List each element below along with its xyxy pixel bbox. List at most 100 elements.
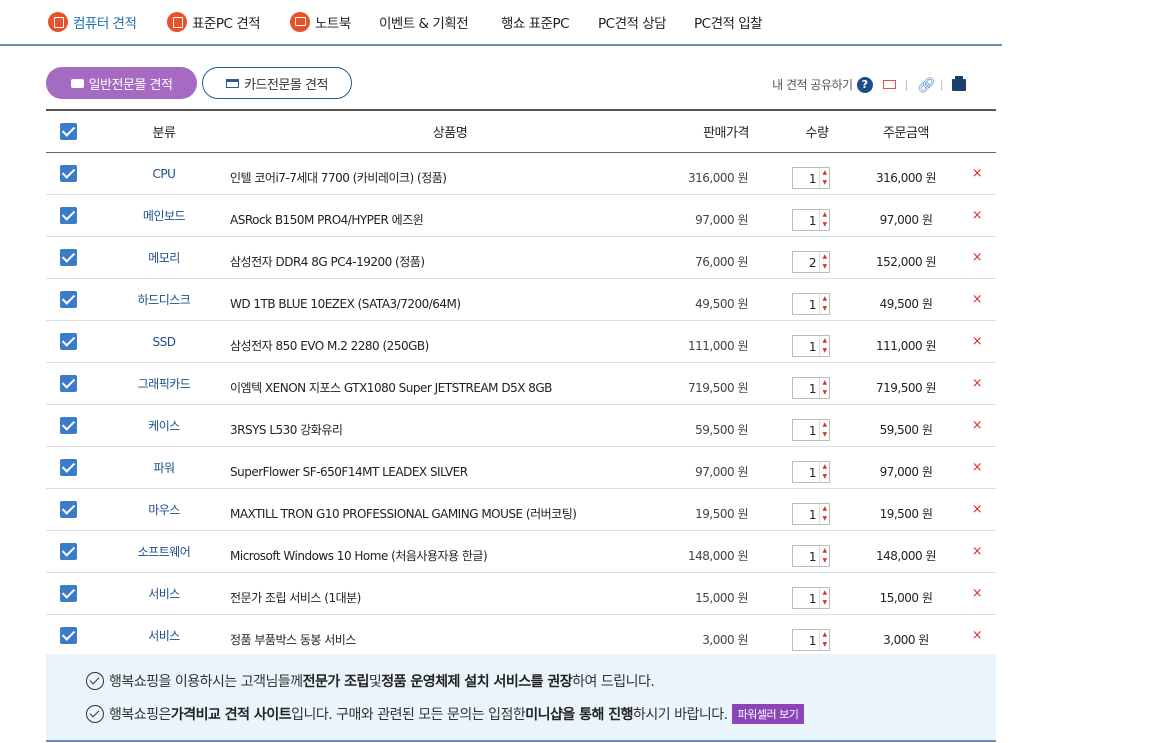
- print-icon[interactable]: [952, 75, 966, 91]
- quantity-stepper[interactable]: 1 ▲ ▼: [792, 544, 830, 567]
- qty-down-arrow-icon[interactable]: ▼: [820, 514, 829, 524]
- qty-up-arrow-icon[interactable]: ▲: [820, 588, 829, 598]
- card-mall-estimate-button[interactable]: 카드전문몰 견적: [202, 67, 352, 99]
- quantity-stepper[interactable]: 1 ▲ ▼: [792, 166, 830, 189]
- row-product-name[interactable]: MAXTILL TRON G10 PROFESSIONAL GAMING MOU…: [230, 493, 690, 534]
- delete-icon[interactable]: ×: [970, 153, 984, 194]
- delete-icon[interactable]: ×: [970, 279, 984, 320]
- delete-icon[interactable]: ×: [970, 321, 984, 362]
- qty-up-arrow-icon[interactable]: ▲: [820, 168, 829, 178]
- row-category[interactable]: 메모리: [126, 237, 202, 278]
- row-category[interactable]: 소프트웨어: [126, 531, 202, 572]
- quantity-value[interactable]: 1: [793, 168, 819, 188]
- quantity-stepper[interactable]: 1 ▲ ▼: [792, 502, 830, 525]
- row-checkbox[interactable]: [60, 543, 77, 560]
- row-checkbox[interactable]: [60, 501, 77, 518]
- row-category[interactable]: CPU: [126, 153, 202, 194]
- row-checkbox[interactable]: [60, 417, 77, 434]
- nav-events[interactable]: 이벤트 & 기획전: [379, 12, 469, 32]
- quantity-stepper[interactable]: 1 ▲ ▼: [792, 628, 830, 651]
- row-checkbox[interactable]: [60, 585, 77, 602]
- row-category[interactable]: 서비스: [126, 615, 202, 656]
- qty-down-arrow-icon[interactable]: ▼: [820, 304, 829, 314]
- qty-down-arrow-icon[interactable]: ▼: [820, 346, 829, 356]
- qty-up-arrow-icon[interactable]: ▲: [820, 336, 829, 346]
- qty-up-arrow-icon[interactable]: ▲: [820, 504, 829, 514]
- quantity-value[interactable]: 1: [793, 294, 819, 314]
- nav-laptop[interactable]: 노트북: [290, 12, 351, 32]
- link-icon[interactable]: 🔗︎: [917, 77, 936, 92]
- row-checkbox[interactable]: [60, 459, 77, 476]
- qty-down-arrow-icon[interactable]: ▼: [820, 430, 829, 440]
- quantity-value[interactable]: 1: [793, 630, 819, 650]
- quantity-stepper[interactable]: 1 ▲ ▼: [792, 376, 830, 399]
- row-checkbox[interactable]: [60, 249, 77, 266]
- row-product-name[interactable]: Microsoft Windows 10 Home (처음사용자용 한글): [230, 535, 690, 576]
- qty-down-arrow-icon[interactable]: ▼: [820, 178, 829, 188]
- row-category[interactable]: 하드디스크: [126, 279, 202, 320]
- quantity-stepper[interactable]: 1 ▲ ▼: [792, 334, 830, 357]
- help-icon[interactable]: ?: [856, 76, 873, 93]
- qty-down-arrow-icon[interactable]: ▼: [820, 388, 829, 398]
- row-product-name[interactable]: ASRock B150M PRO4/HYPER 에즈윈: [230, 199, 690, 240]
- row-product-name[interactable]: 이엠텍 XENON 지포스 GTX1080 Super JETSTREAM D5…: [230, 367, 690, 408]
- row-checkbox[interactable]: [60, 291, 77, 308]
- qty-up-arrow-icon[interactable]: ▲: [820, 462, 829, 472]
- qty-down-arrow-icon[interactable]: ▼: [820, 220, 829, 230]
- delete-icon[interactable]: ×: [970, 615, 984, 656]
- qty-up-arrow-icon[interactable]: ▲: [820, 630, 829, 640]
- delete-icon[interactable]: ×: [970, 489, 984, 530]
- quantity-stepper[interactable]: 1 ▲ ▼: [792, 208, 830, 231]
- quantity-stepper[interactable]: 1 ▲ ▼: [792, 292, 830, 315]
- nav-computer-estimate[interactable]: 컴퓨터 견적: [48, 12, 137, 32]
- quantity-value[interactable]: 1: [793, 462, 819, 482]
- nav-happy-standard-pc[interactable]: 행쇼 표준PC: [501, 12, 570, 32]
- delete-icon[interactable]: ×: [970, 195, 984, 236]
- row-checkbox[interactable]: [60, 333, 77, 350]
- qty-up-arrow-icon[interactable]: ▲: [820, 210, 829, 220]
- qty-up-arrow-icon[interactable]: ▲: [820, 252, 829, 262]
- quantity-value[interactable]: 1: [793, 420, 819, 440]
- quantity-value[interactable]: 1: [793, 336, 819, 356]
- row-product-name[interactable]: 삼성전자 DDR4 8G PC4-19200 (정품): [230, 241, 690, 282]
- quantity-stepper[interactable]: 1 ▲ ▼: [792, 418, 830, 441]
- quantity-value[interactable]: 2: [793, 252, 819, 272]
- row-category[interactable]: 서비스: [126, 573, 202, 614]
- quantity-stepper[interactable]: 1 ▲ ▼: [792, 586, 830, 609]
- nav-pc-consult[interactable]: PC견적 상담: [598, 12, 667, 32]
- delete-icon[interactable]: ×: [970, 447, 984, 488]
- qty-down-arrow-icon[interactable]: ▼: [820, 262, 829, 272]
- row-checkbox[interactable]: [60, 375, 77, 392]
- row-checkbox[interactable]: [60, 207, 77, 224]
- qty-down-arrow-icon[interactable]: ▼: [820, 598, 829, 608]
- qty-down-arrow-icon[interactable]: ▼: [820, 640, 829, 650]
- quantity-stepper[interactable]: 2 ▲ ▼: [792, 250, 830, 273]
- row-category[interactable]: 메인보드: [126, 195, 202, 236]
- qty-up-arrow-icon[interactable]: ▲: [820, 546, 829, 556]
- row-product-name[interactable]: SuperFlower SF-650F14MT LEADEX SILVER: [230, 451, 690, 492]
- general-mall-estimate-button[interactable]: 일반전문몰 견적: [46, 67, 197, 99]
- delete-icon[interactable]: ×: [970, 237, 984, 278]
- quantity-value[interactable]: 1: [793, 546, 819, 566]
- row-product-name[interactable]: 인텔 코어i7-7세대 7700 (카비레이크) (정품): [230, 157, 690, 198]
- nav-standard-pc[interactable]: 표준PC 견적: [167, 12, 261, 32]
- qty-down-arrow-icon[interactable]: ▼: [820, 472, 829, 482]
- qty-up-arrow-icon[interactable]: ▲: [820, 294, 829, 304]
- quantity-value[interactable]: 1: [793, 378, 819, 398]
- delete-icon[interactable]: ×: [970, 405, 984, 446]
- row-product-name[interactable]: WD 1TB BLUE 10EZEX (SATA3/7200/64M): [230, 283, 690, 324]
- mail-icon[interactable]: [882, 80, 896, 89]
- row-category[interactable]: 케이스: [126, 405, 202, 446]
- row-product-name[interactable]: 삼성전자 850 EVO M.2 2280 (250GB): [230, 325, 690, 366]
- nav-pc-bid[interactable]: PC견적 입찰: [694, 12, 763, 32]
- quantity-value[interactable]: 1: [793, 504, 819, 524]
- qty-down-arrow-icon[interactable]: ▼: [820, 556, 829, 566]
- delete-icon[interactable]: ×: [970, 363, 984, 404]
- row-category[interactable]: SSD: [126, 321, 202, 362]
- quantity-value[interactable]: 1: [793, 210, 819, 230]
- delete-icon[interactable]: ×: [970, 573, 984, 614]
- row-product-name[interactable]: 전문가 조립 서비스 (1대분): [230, 577, 690, 618]
- row-checkbox[interactable]: [60, 165, 77, 182]
- row-category[interactable]: 파워: [126, 447, 202, 488]
- row-product-name[interactable]: 3RSYS L530 강화유리: [230, 409, 690, 450]
